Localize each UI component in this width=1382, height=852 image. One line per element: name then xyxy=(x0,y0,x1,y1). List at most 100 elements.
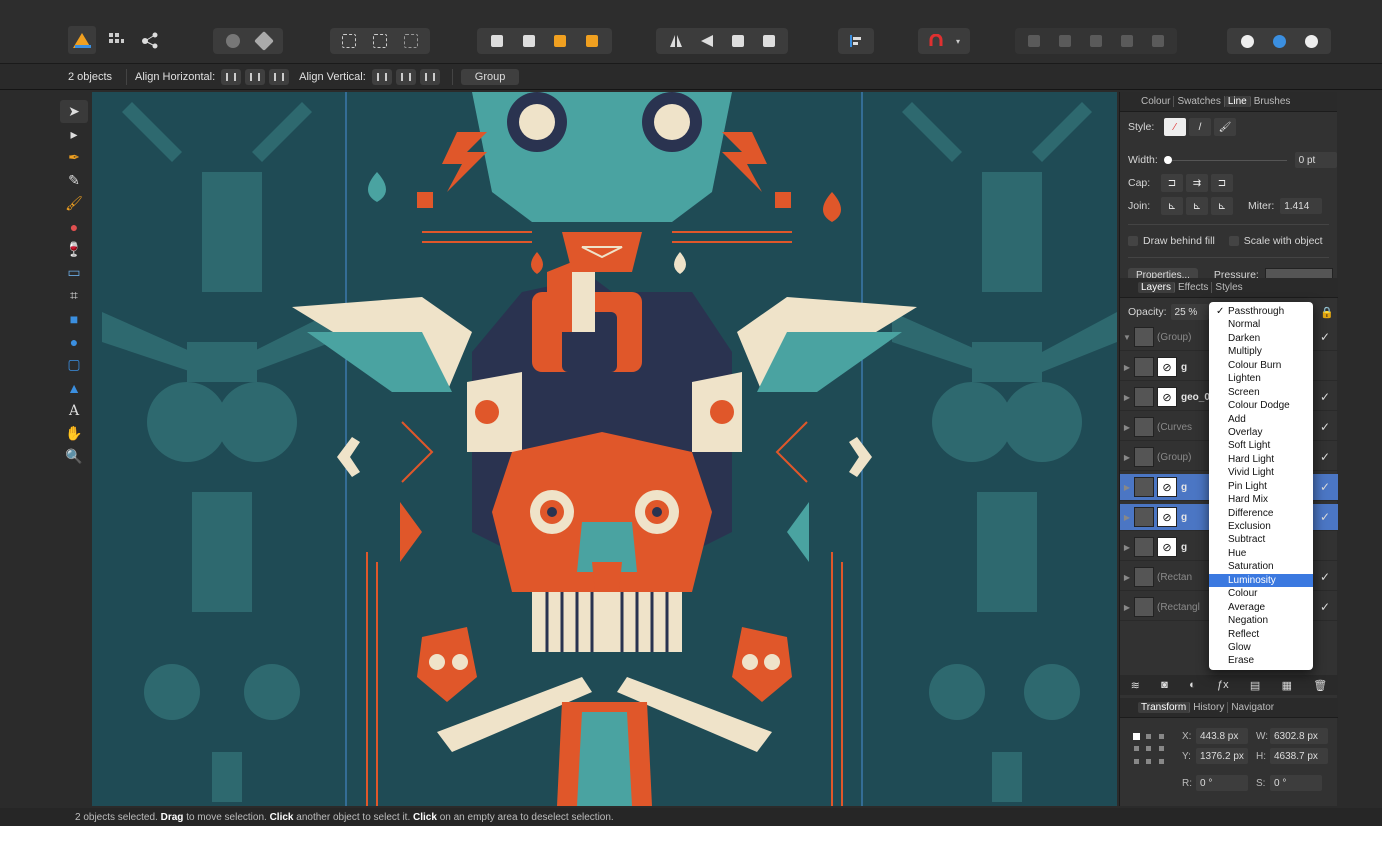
blend-mode-item[interactable]: Negation xyxy=(1209,614,1313,627)
blend-mode-item[interactable]: Overlay xyxy=(1209,426,1313,439)
blend-mode-item[interactable]: Saturation xyxy=(1209,560,1313,573)
blend-mode-item[interactable]: Luminosity xyxy=(1209,573,1313,588)
blend-mode-item[interactable]: Add xyxy=(1209,413,1313,426)
brush-tool-icon[interactable]: 🖌 xyxy=(60,192,88,215)
trash-icon[interactable]: 🗑 xyxy=(1313,679,1327,692)
lock-icon[interactable]: 🔒 xyxy=(1320,306,1334,319)
snap-bounds-icon[interactable] xyxy=(369,32,391,50)
align-right-button[interactable] xyxy=(269,68,290,85)
width-slider-handle[interactable] xyxy=(1164,156,1172,164)
h-field[interactable]: 4638.7 px xyxy=(1270,748,1328,764)
flip-horizontal-icon[interactable] xyxy=(665,32,687,50)
blend-mode-item[interactable]: Hard Mix xyxy=(1209,493,1313,506)
pixel-view-icon[interactable] xyxy=(253,31,275,51)
expand-triangle-icon[interactable]: ▶ xyxy=(1120,573,1134,582)
xor-icon[interactable] xyxy=(1116,32,1138,50)
blend-mode-item[interactable]: Glow xyxy=(1209,641,1313,654)
visibility-checkbox[interactable]: ✓ xyxy=(1320,480,1330,494)
align-center-button[interactable] xyxy=(245,68,266,85)
square-cap-icon[interactable]: ⊐ xyxy=(1211,174,1233,192)
tab-history[interactable]: History xyxy=(1190,702,1229,713)
crop-tool-icon[interactable]: ⌗ xyxy=(60,284,88,307)
visibility-checkbox[interactable]: ✓ xyxy=(1320,420,1330,434)
move-to-back-icon[interactable] xyxy=(486,32,508,50)
tab-colour[interactable]: Colour xyxy=(1138,96,1175,107)
expand-triangle-icon[interactable]: ▶ xyxy=(1120,363,1134,372)
blend-mode-item[interactable]: ✓ Passthrough xyxy=(1209,305,1313,318)
snap-geometry-icon[interactable] xyxy=(400,32,422,50)
align-bottom-button[interactable] xyxy=(419,68,440,85)
round-join-icon[interactable]: ⊾ xyxy=(1186,197,1208,215)
expand-triangle-icon[interactable]: ▶ xyxy=(1120,513,1134,522)
blend-mode-item[interactable]: Exclusion xyxy=(1209,520,1313,533)
draw-behind-fill-checkbox[interactable] xyxy=(1128,236,1138,246)
visibility-checkbox[interactable]: ✓ xyxy=(1320,510,1330,524)
blend-mode-item[interactable]: Vivid Light xyxy=(1209,466,1313,479)
expand-triangle-icon[interactable]: ▶ xyxy=(1120,393,1134,402)
insert-behind-icon[interactable] xyxy=(1236,32,1258,50)
pixel-persona-icon[interactable] xyxy=(102,26,130,54)
transparency-tool-icon[interactable]: 🍷 xyxy=(60,238,88,261)
view-mode-icon[interactable] xyxy=(222,32,244,50)
insert-inside-icon[interactable] xyxy=(1300,32,1322,50)
tab-transform[interactable]: Transform xyxy=(1138,702,1191,713)
blend-mode-item[interactable]: Average xyxy=(1209,601,1313,614)
rotate-right-icon[interactable] xyxy=(758,32,780,50)
pen-tool-icon[interactable]: ✒ xyxy=(60,146,88,169)
intersect-icon[interactable] xyxy=(1085,32,1107,50)
visibility-checkbox[interactable]: ✓ xyxy=(1320,450,1330,464)
fx-icon[interactable]: ƒx xyxy=(1217,679,1229,691)
tab-layers[interactable]: Layers xyxy=(1138,282,1176,293)
visibility-checkbox[interactable]: ✓ xyxy=(1320,390,1330,404)
w-field[interactable]: 6302.8 px xyxy=(1270,728,1328,744)
group-button[interactable]: Group xyxy=(460,68,520,85)
document-canvas[interactable] xyxy=(92,92,1117,806)
rectangle-tool-icon[interactable]: ■ xyxy=(60,307,88,330)
blend-mode-item[interactable]: Reflect xyxy=(1209,628,1313,641)
blend-mode-item[interactable]: Screen xyxy=(1209,386,1313,399)
align-top-button[interactable] xyxy=(371,68,392,85)
subtract-icon[interactable] xyxy=(1054,32,1076,50)
move-to-front-icon[interactable] xyxy=(581,32,603,50)
blend-mode-item[interactable]: Subtract xyxy=(1209,533,1313,546)
tab-line[interactable]: Line xyxy=(1224,96,1251,107)
shear-field[interactable]: 0 ° xyxy=(1270,775,1322,791)
tab-navigator[interactable]: Navigator xyxy=(1228,702,1277,713)
miter-join-icon[interactable]: ⊾ xyxy=(1161,197,1183,215)
visibility-checkbox[interactable]: ✓ xyxy=(1320,570,1330,584)
move-back-icon[interactable] xyxy=(518,32,540,50)
pencil-tool-icon[interactable]: ✎ xyxy=(60,169,88,192)
blend-mode-item[interactable]: Colour Burn xyxy=(1209,359,1313,372)
expand-triangle-icon[interactable]: ▶ xyxy=(1120,423,1134,432)
mask-layer-icon[interactable]: ◙ xyxy=(1161,679,1168,691)
zoom-tool-icon[interactable]: 🔍 xyxy=(60,445,88,468)
expand-triangle-icon[interactable]: ▶ xyxy=(1120,453,1134,462)
blend-mode-item[interactable]: Erase xyxy=(1209,654,1313,667)
fill-tool-icon[interactable]: ● xyxy=(60,215,88,238)
chevron-down-icon[interactable]: ▾ xyxy=(953,32,963,50)
bevel-join-icon[interactable]: ⊾ xyxy=(1211,197,1233,215)
align-middle-button[interactable] xyxy=(395,68,416,85)
export-persona-icon[interactable] xyxy=(136,26,164,54)
triangle-tool-icon[interactable]: ▲ xyxy=(60,376,88,399)
flip-vertical-icon[interactable] xyxy=(696,32,718,50)
tab-brushes[interactable]: Brushes xyxy=(1251,96,1294,107)
anchor-selector[interactable] xyxy=(1132,732,1166,766)
blend-mode-item[interactable]: Colour Dodge xyxy=(1209,399,1313,412)
rotate-left-icon[interactable] xyxy=(727,32,749,50)
insert-top-icon[interactable] xyxy=(1268,32,1290,50)
expand-triangle-icon[interactable]: ▶ xyxy=(1120,483,1134,492)
blend-mode-item[interactable]: Pin Light xyxy=(1209,480,1313,493)
brush-line-icon[interactable]: 🖌 xyxy=(1214,118,1236,136)
rounded-rectangle-tool-icon[interactable]: ▢ xyxy=(60,353,88,376)
width-field[interactable]: 0 pt xyxy=(1294,152,1337,168)
adjustment-icon[interactable]: ◐ xyxy=(1189,679,1196,691)
width-slider-track[interactable] xyxy=(1171,159,1287,161)
blend-mode-item[interactable]: Darken xyxy=(1209,332,1313,345)
opacity-field[interactable]: 25 % xyxy=(1170,304,1209,320)
snap-icon[interactable] xyxy=(338,32,360,50)
tab-styles[interactable]: Styles xyxy=(1212,282,1245,293)
layers-stack-icon[interactable]: ≋ xyxy=(1131,679,1140,692)
blend-mode-item[interactable]: Colour xyxy=(1209,587,1313,600)
expand-triangle-icon[interactable]: ▶ xyxy=(1120,603,1134,612)
